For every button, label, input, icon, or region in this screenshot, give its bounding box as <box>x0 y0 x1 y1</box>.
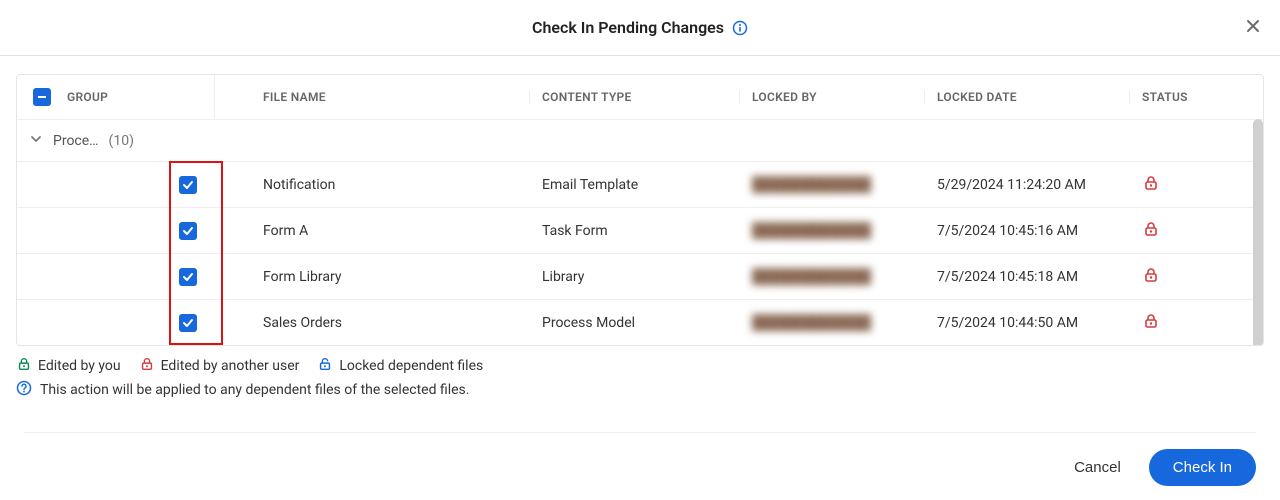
lock-blue-icon <box>317 356 333 376</box>
legend-edited-by-you: Edited by you <box>16 356 121 376</box>
select-all-checkbox[interactable] <box>33 88 51 106</box>
cell-locked-by: ████████████ <box>740 222 925 239</box>
check-in-button[interactable]: Check In <box>1149 449 1256 486</box>
cell-locked-date: 5/29/2024 11:24:20 AM <box>925 177 1130 193</box>
cell-file-name: Notification <box>215 177 530 193</box>
cell-file-name: Sales Orders <box>215 315 530 331</box>
cancel-button[interactable]: Cancel <box>1064 451 1131 484</box>
legend: Edited by you Edited by another user Loc… <box>16 346 1264 380</box>
column-header-locked-date[interactable]: LOCKED DATE <box>925 90 1130 104</box>
cell-locked-date: 7/5/2024 10:45:18 AM <box>925 269 1130 285</box>
modal-title: Check In Pending Changes <box>532 18 724 37</box>
cell-file-name: Form Library <box>215 269 530 285</box>
cell-content-type: Library <box>530 269 740 285</box>
modal-footer: Cancel Check In <box>24 432 1256 486</box>
table-row: Sales Orders Process Model ████████████ … <box>17 299 1263 345</box>
column-header-status[interactable]: STATUS <box>1130 90 1250 104</box>
cell-locked-by: ████████████ <box>740 176 925 193</box>
row-checkbox[interactable] <box>179 222 197 240</box>
row-checkbox[interactable] <box>179 176 197 194</box>
table-row: Form Library Library ████████████ 7/5/20… <box>17 253 1263 299</box>
cell-locked-by: ████████████ <box>740 314 925 331</box>
group-label: Proce… <box>53 133 99 149</box>
hint-text: This action will be applied to any depen… <box>40 382 469 398</box>
cell-content-type: Task Form <box>530 223 740 239</box>
cell-content-type: Email Template <box>530 177 740 193</box>
select-all-cell <box>17 75 67 119</box>
cell-status <box>1130 266 1250 288</box>
lock-icon <box>1142 226 1160 242</box>
table-row: Notification Email Template ████████████… <box>17 161 1263 207</box>
hint-row: This action will be applied to any depen… <box>16 380 1264 410</box>
legend-locked-dependent: Locked dependent files <box>317 356 483 376</box>
cell-locked-date: 7/5/2024 10:45:16 AM <box>925 223 1130 239</box>
row-checkbox[interactable] <box>179 268 197 286</box>
scrollbar[interactable] <box>1253 119 1263 346</box>
group-row[interactable]: Proce… (10) <box>17 119 1263 161</box>
lock-icon <box>1142 180 1160 196</box>
lock-red-icon <box>139 356 155 376</box>
cell-locked-date: 7/5/2024 10:44:50 AM <box>925 315 1130 331</box>
lock-icon <box>1142 272 1160 288</box>
info-icon[interactable] <box>732 20 748 36</box>
modal-body: GROUP FILE NAME CONTENT TYPE LOCKED BY L… <box>0 56 1280 410</box>
cell-locked-by: ████████████ <box>740 268 925 285</box>
cell-file-name: Form A <box>215 223 530 239</box>
cell-status <box>1130 220 1250 242</box>
column-header-locked-by[interactable]: LOCKED BY <box>740 90 925 104</box>
modal-header: Check In Pending Changes <box>0 0 1280 56</box>
column-header-group[interactable]: GROUP <box>67 75 215 119</box>
column-header-file-name[interactable]: FILE NAME <box>215 90 530 104</box>
chevron-down-icon[interactable] <box>29 132 43 150</box>
row-checkbox[interactable] <box>179 314 197 332</box>
cell-status <box>1130 312 1250 334</box>
pending-changes-table: GROUP FILE NAME CONTENT TYPE LOCKED BY L… <box>16 74 1264 346</box>
cell-status <box>1130 174 1250 196</box>
group-count: (10) <box>109 133 134 149</box>
cell-content-type: Process Model <box>530 315 740 331</box>
close-icon[interactable] <box>1240 13 1266 43</box>
table-header-row: GROUP FILE NAME CONTENT TYPE LOCKED BY L… <box>17 75 1263 119</box>
lock-green-icon <box>16 356 32 376</box>
table-row: Form A Task Form ████████████ 7/5/2024 1… <box>17 207 1263 253</box>
help-icon <box>16 380 32 400</box>
column-header-content-type[interactable]: CONTENT TYPE <box>530 90 740 104</box>
legend-edited-by-another: Edited by another user <box>139 356 300 376</box>
lock-icon <box>1142 318 1160 334</box>
